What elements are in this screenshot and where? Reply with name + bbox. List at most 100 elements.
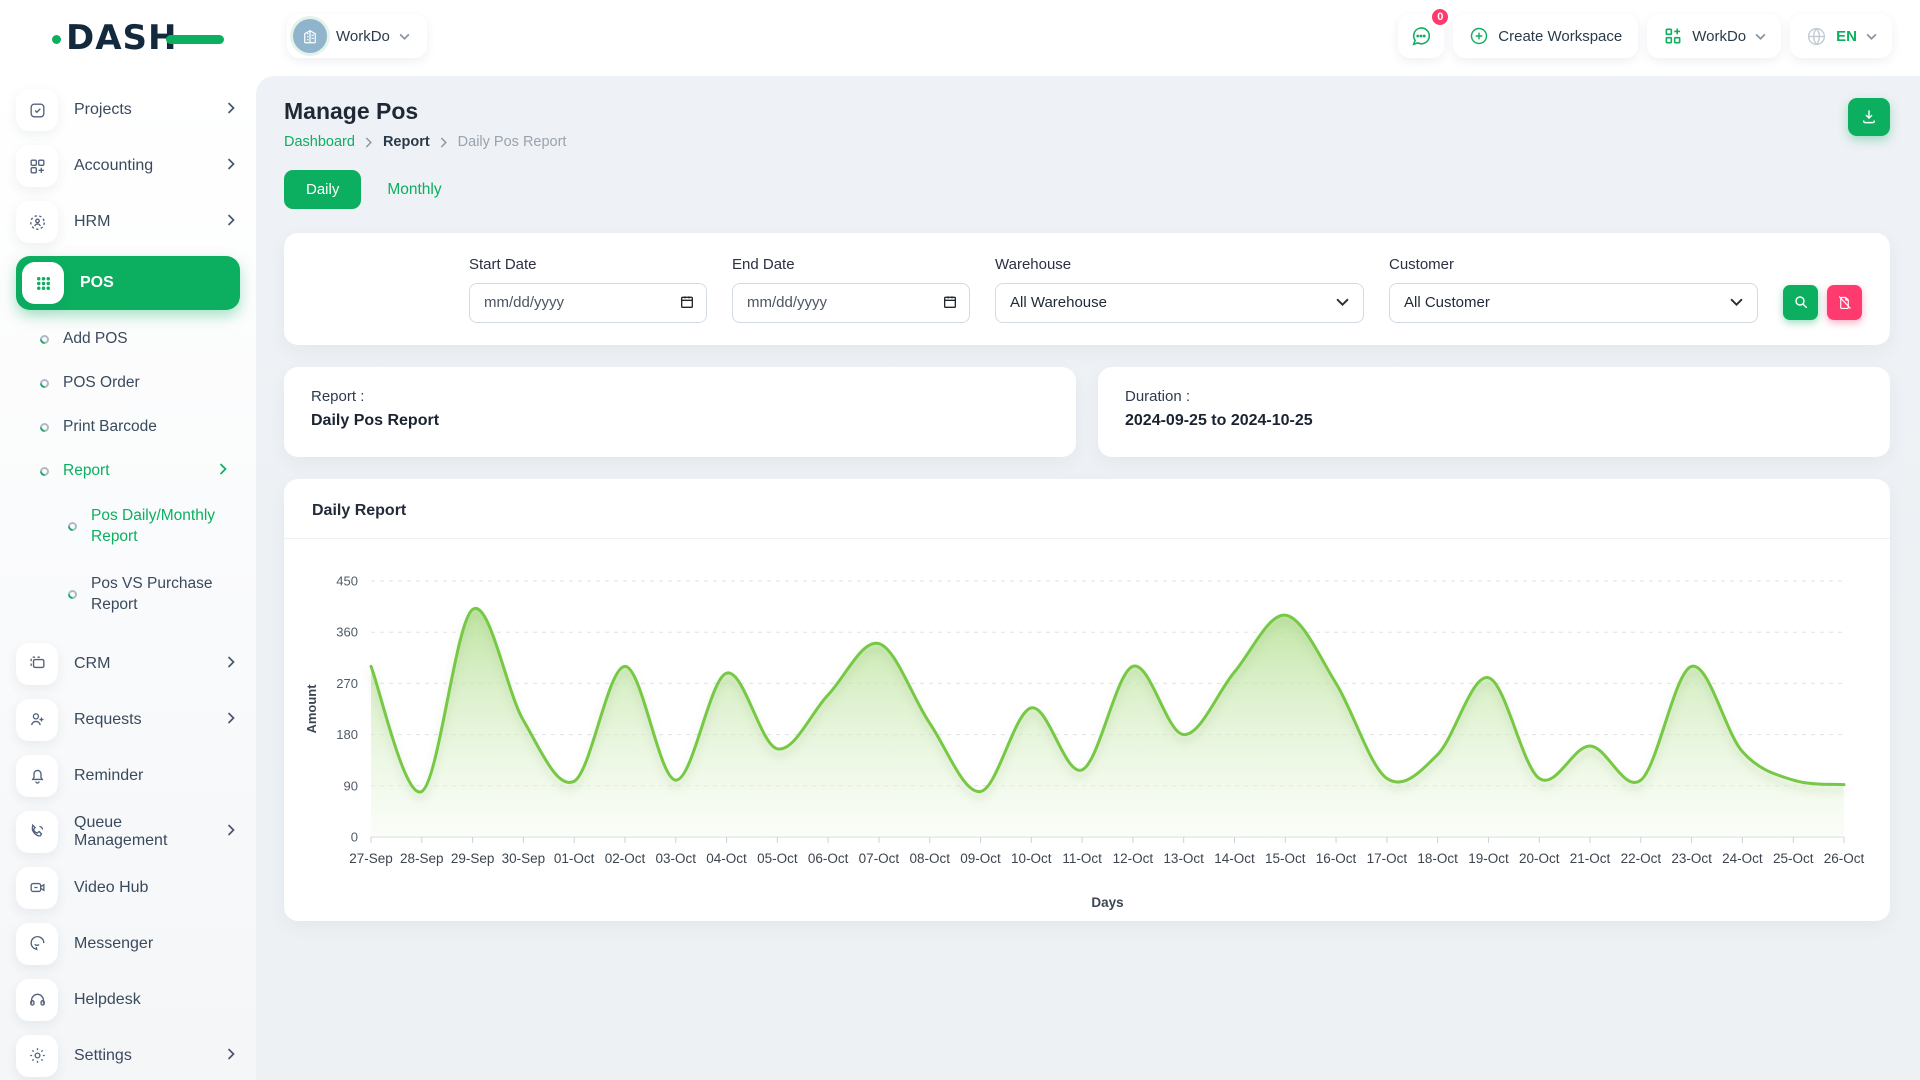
language-code: EN [1836, 28, 1857, 45]
chevron-right-icon [227, 655, 236, 673]
sidebar-item-add-pos[interactable]: Add POS [40, 330, 256, 348]
sidebar-item-label: Projects [74, 101, 211, 119]
workspace-selector[interactable]: WorkDo [287, 14, 427, 58]
sidebar-item-reminder[interactable]: Reminder [16, 754, 256, 798]
sidebar-item-label: POS Order [63, 374, 256, 392]
create-workspace-label: Create Workspace [1498, 28, 1622, 45]
search-button[interactable] [1783, 285, 1818, 320]
sidebar-item-label: Pos Daily/Monthly Report [91, 506, 256, 548]
chevron-down-icon [1730, 296, 1743, 309]
svg-text:02-Oct: 02-Oct [605, 851, 646, 866]
bullet-icon [38, 333, 51, 346]
sidebar-item-label: Add POS [63, 330, 256, 348]
plus-circle-icon [1469, 26, 1489, 46]
svg-text:16-Oct: 16-Oct [1316, 851, 1357, 866]
sidebar-item-queue-management[interactable]: Queue Management [16, 810, 256, 854]
bullet-icon [38, 465, 51, 478]
end-date-input[interactable] [732, 283, 970, 323]
svg-text:12-Oct: 12-Oct [1113, 851, 1154, 866]
duration-summary-card: Duration : 2024-09-25 to 2024-10-25 [1098, 367, 1890, 457]
chevron-right-icon [227, 711, 236, 729]
building-icon [301, 27, 319, 45]
svg-text:01-Oct: 01-Oct [554, 851, 595, 866]
sidebar-item-label: Accounting [74, 157, 211, 175]
sidebar-item-pos-order[interactable]: POS Order [40, 374, 256, 392]
start-date-field: Start Date [469, 256, 707, 323]
sidebar-item-pos-vs-purchase-report[interactable]: Pos VS Purchase Report [68, 574, 256, 616]
hrm-icon [16, 201, 58, 243]
breadcrumb-report[interactable]: Report [383, 134, 430, 150]
sidebar-item-settings[interactable]: Settings [16, 1034, 256, 1078]
download-button[interactable] [1848, 98, 1890, 136]
end-date-field: End Date [732, 256, 970, 323]
svg-text:04-Oct: 04-Oct [706, 851, 747, 866]
breadcrumb-dashboard[interactable]: Dashboard [284, 134, 355, 150]
svg-text:18-Oct: 18-Oct [1417, 851, 1458, 866]
sidebar-item-crm[interactable]: CRM [16, 642, 256, 686]
sidebar-item-report[interactable]: Report [40, 462, 256, 480]
filter-card: Start Date End Date Warehouse All Wareho… [284, 233, 1890, 345]
svg-text:24-Oct: 24-Oct [1722, 851, 1763, 866]
svg-text:07-Oct: 07-Oct [859, 851, 900, 866]
warehouse-select[interactable]: All Warehouse [995, 283, 1364, 323]
reset-button[interactable] [1827, 285, 1862, 320]
app-logo[interactable]: DASH [66, 18, 196, 58]
globe-icon [1806, 26, 1827, 47]
sidebar-item-helpdesk[interactable]: Helpdesk [16, 978, 256, 1022]
chevron-right-icon [365, 137, 373, 148]
create-workspace-button[interactable]: Create Workspace [1453, 14, 1638, 58]
calendar-icon[interactable] [942, 294, 958, 315]
svg-text:09-Oct: 09-Oct [960, 851, 1001, 866]
pos-icon [22, 262, 64, 304]
chevron-down-icon [1866, 31, 1876, 41]
customer-selected-value: All Customer [1404, 294, 1490, 311]
sidebar-item-requests[interactable]: Requests [16, 698, 256, 742]
svg-text:26-Oct: 26-Oct [1824, 851, 1865, 866]
sidebar-item-accounting[interactable]: Accounting [16, 144, 256, 188]
sidebar-item-hrm[interactable]: HRM [16, 200, 256, 244]
gear-icon [16, 1035, 58, 1077]
tab-monthly[interactable]: Monthly [387, 181, 441, 199]
sidebar-item-projects[interactable]: Projects [16, 88, 256, 132]
warehouse-field: Warehouse All Warehouse [995, 256, 1364, 323]
tab-daily[interactable]: Daily [284, 170, 361, 209]
svg-text:22-Oct: 22-Oct [1621, 851, 1662, 866]
svg-text:180: 180 [336, 727, 358, 742]
chevron-right-icon [219, 462, 228, 480]
customer-field: Customer All Customer [1389, 256, 1758, 323]
svg-text:90: 90 [344, 778, 358, 793]
daily-report-area-chart[interactable]: 09018027036045027-Sep28-Sep29-Sep30-Sep0… [296, 565, 1876, 917]
messages-button[interactable]: 0 [1398, 14, 1444, 58]
page-title: Manage Pos [284, 98, 566, 125]
chevron-right-icon [227, 1047, 236, 1065]
headphones-icon [16, 979, 58, 1021]
svg-text:Amount: Amount [304, 684, 319, 734]
account-menu-button[interactable]: WorkDo [1647, 14, 1781, 58]
chevron-right-icon [227, 157, 236, 175]
logo-text: DASH [66, 18, 177, 58]
warehouse-label: Warehouse [995, 256, 1364, 273]
sidebar-item-print-barcode[interactable]: Print Barcode [40, 418, 256, 436]
language-selector[interactable]: EN [1790, 14, 1892, 58]
chevron-right-icon [440, 137, 448, 148]
crm-icon [16, 643, 58, 685]
calendar-icon[interactable] [679, 294, 695, 315]
svg-text:14-Oct: 14-Oct [1214, 851, 1255, 866]
duration-value: 2024-09-25 to 2024-10-25 [1125, 412, 1863, 430]
sidebar-item-label: HRM [74, 213, 211, 231]
start-date-input[interactable] [469, 283, 707, 323]
messenger-icon [16, 923, 58, 965]
svg-text:03-Oct: 03-Oct [656, 851, 697, 866]
customer-select[interactable]: All Customer [1389, 283, 1758, 323]
sidebar-item-label: Report [63, 462, 205, 480]
svg-text:21-Oct: 21-Oct [1570, 851, 1611, 866]
sidebar-item-pos[interactable]: POS [16, 256, 240, 310]
sidebar-item-video-hub[interactable]: Video Hub [16, 866, 256, 910]
sidebar-item-label: CRM [74, 655, 211, 673]
sidebar-item-pos-daily-monthly-report[interactable]: Pos Daily/Monthly Report [68, 506, 256, 548]
sidebar-item-messenger[interactable]: Messenger [16, 922, 256, 966]
report-label: Report : [311, 388, 1049, 405]
customer-label: Customer [1389, 256, 1758, 273]
bell-icon [16, 755, 58, 797]
svg-text:23-Oct: 23-Oct [1671, 851, 1712, 866]
